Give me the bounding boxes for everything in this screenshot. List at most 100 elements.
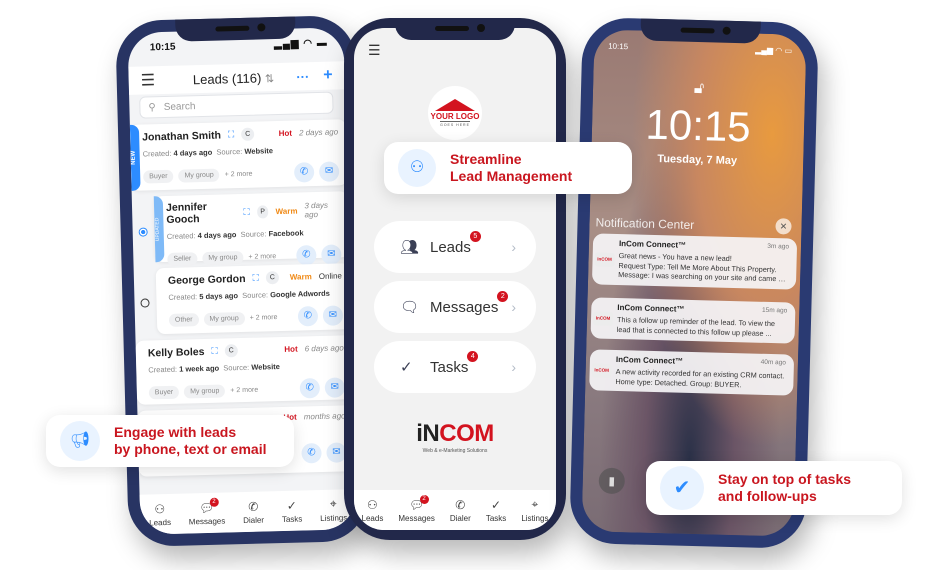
people-icon: 👥︎ [400, 239, 420, 256]
last-activity: 6 days ago [304, 343, 344, 354]
tab-leads[interactable]: ⚇ Leads [149, 501, 171, 527]
tab-dialer[interactable]: ✆ Dialer [243, 499, 264, 524]
callout-lead-management: ⚇ Streamline Lead Management [384, 142, 632, 194]
lead-name: Jonathan Smith [142, 129, 222, 144]
new-flag: NEW [129, 124, 141, 191]
more-tags[interactable]: + 2 more [250, 314, 278, 322]
more-tags[interactable]: + 2 more [248, 253, 276, 261]
callout-engage: 📢︎ Engage with leads by phone, text or em… [46, 415, 294, 467]
phone-notch [175, 16, 296, 42]
menu-icon[interactable]: ☰ [368, 42, 381, 59]
chevron-right-icon: › [511, 359, 516, 375]
app-logo-icon: InCOM [591, 363, 612, 378]
select-radio[interactable] [138, 227, 148, 237]
call-button[interactable]: ✆ [301, 442, 322, 464]
tab-messages[interactable]: 💬︎ 2 Messages [398, 494, 435, 523]
more-tags[interactable]: + 2 more [225, 170, 253, 178]
flashlight-icon[interactable]: ▮ [598, 467, 626, 495]
chat-bubble-icon: 🗨︎ [400, 299, 420, 316]
tab-leads[interactable]: ⚇ Leads [362, 498, 384, 523]
lead-meta: Created: 4 days ago Source: Facebook [166, 228, 304, 241]
tab-dialer[interactable]: ✆ Dialer [450, 498, 471, 523]
message-button[interactable]: ✉ [322, 305, 344, 326]
tab-listings[interactable]: ⌖ Listings [320, 496, 347, 523]
notification-center-title: Notification Center [595, 215, 695, 232]
tab-tasks[interactable]: ✓ Tasks [486, 498, 506, 523]
page-title: Leads (116) ⇅ [192, 69, 275, 87]
expand-icon[interactable]: ⛶ [243, 206, 250, 217]
tag-chip: Buyer [148, 385, 180, 399]
menu-item-tasks[interactable]: ✓ Tasks 4 › [374, 341, 536, 393]
app-logo-icon: InCOM [594, 252, 615, 267]
chevron-right-icon: › [511, 299, 516, 315]
contact-type-badge: C [241, 127, 255, 141]
menu-icon[interactable]: ☰ [140, 70, 171, 91]
tab-tasks[interactable]: ✓ Tasks [281, 498, 303, 523]
lead-card[interactable]: George Gordon ⛶ C Warm Online Created: 5… [155, 263, 352, 335]
house-roof-icon [435, 99, 475, 111]
close-icon[interactable]: ✕ [775, 218, 792, 235]
signal-wifi-battery-icon: ▂▄▆ ◠ ▬ [273, 37, 328, 51]
check-circle-icon: ✔ [660, 466, 704, 510]
notification-item[interactable]: InCOM InCom Connect™ 40m ago A new activi… [589, 349, 795, 397]
expand-icon[interactable]: ⛶ [228, 129, 235, 140]
last-activity: 2 days ago [298, 127, 339, 138]
call-button[interactable]: ✆ [296, 245, 317, 266]
lead-card[interactable]: UPDATED Jennifer Gooch ⛶ P Warm 3 days a… [153, 191, 350, 266]
people-icon: ⚇ [367, 497, 378, 512]
sort-icon[interactable]: ⇅ [265, 73, 275, 85]
last-activity: 3 days ago [304, 200, 329, 220]
updated-flag: UPDATED [153, 196, 165, 263]
lead-card[interactable]: NEW Jonathan Smith ⛶ C Hot 2 days ago Cr… [129, 119, 348, 191]
status-time: 10:15 [149, 41, 176, 54]
dashboard-screen: ☰ YOUR LOGO GOES HERE 👥︎ Leads 5 › 🗨︎ Mes… [354, 28, 556, 530]
lead-meta: Created: 4 days ago Source: Website [142, 146, 274, 159]
menu-item-messages[interactable]: 🗨︎ Messages 2 › [374, 281, 536, 333]
signal-wifi-battery-icon: ▂▄▆ ◠ ▭ [755, 45, 793, 56]
more-button[interactable]: ··· [296, 69, 309, 84]
message-button[interactable]: ✉ [318, 161, 340, 182]
call-button[interactable]: ✆ [297, 306, 319, 327]
expand-icon[interactable]: ⛶ [252, 273, 259, 284]
call-button[interactable]: ✆ [293, 162, 315, 183]
people-icon: ⚇ [154, 501, 166, 516]
select-radio[interactable] [140, 298, 150, 308]
messages-badge: 2 [497, 290, 509, 302]
lead-meta: Created: 5 days ago Source: Google Adwor… [168, 288, 330, 302]
call-button[interactable]: ✆ [299, 378, 321, 399]
more-tags[interactable]: + 2 more [230, 386, 258, 394]
location-icon: ⌖ [531, 497, 539, 511]
notification-item[interactable]: InCOM InCom Connect™ 3m ago Great news - … [591, 233, 798, 290]
callout-tasks: ✔ Stay on top of tasks and follow-ups [646, 461, 902, 515]
message-button[interactable]: ✉ [324, 377, 346, 398]
lead-name: Jennifer Gooch [165, 200, 208, 226]
message-button[interactable]: ✉ [321, 244, 342, 265]
phone-leads-list: 10:15 ▂▄▆ ◠ ▬ ☰ Leads (116) ⇅ ··· + ⚲ Se… [115, 14, 369, 548]
bottom-tab-bar: ⚇ Leads 💬︎ 2 Messages ✆ Dialer ✓ Tasks ⌖ Listi… [354, 490, 556, 530]
tag-chip: My group [184, 383, 226, 399]
temperature-badge: Warm [289, 272, 312, 282]
last-activity: months ago [303, 411, 346, 422]
status-bar: 10:15 ▂▄▆ ◠ ▬ [150, 38, 328, 54]
lead-card[interactable]: Kelly Boles ⛶ C Hot 6 days ago Created: … [135, 335, 354, 405]
tag-chip: Seller [167, 251, 198, 266]
lead-name: George Gordon [167, 272, 246, 287]
app-logo-icon: InCOM [592, 311, 614, 326]
add-lead-button[interactable]: + [323, 67, 333, 85]
tab-messages[interactable]: 💬︎ 2 Messages [188, 497, 225, 526]
contact-type-badge: C [265, 271, 279, 285]
location-icon: ⌖ [329, 496, 337, 511]
megaphone-icon: 📢︎ [60, 421, 100, 461]
phone-notch [640, 18, 761, 44]
tag-chip: Other [168, 312, 199, 327]
leads-badge: 5 [469, 230, 481, 242]
search-input[interactable]: ⚲ Search [139, 91, 334, 119]
search-icon: ⚲ [148, 101, 156, 113]
expand-icon[interactable]: ⛶ [211, 346, 218, 357]
incom-logo: iNCOM Web & e-Marketing Solutions [354, 420, 556, 454]
tab-listings[interactable]: ⌖ Listings [521, 497, 548, 523]
bottom-tab-bar: ⚇ Leads 💬︎ 2 Messages ✆ Dialer ✓ Tasks ⌖ Listi… [139, 489, 357, 535]
notification-item[interactable]: InCOM InCom Connect™ 15m ago This a follo… [590, 297, 796, 345]
temperature-badge: Hot [284, 344, 298, 354]
menu-item-leads[interactable]: 👥︎ Leads 5 › [374, 221, 536, 273]
